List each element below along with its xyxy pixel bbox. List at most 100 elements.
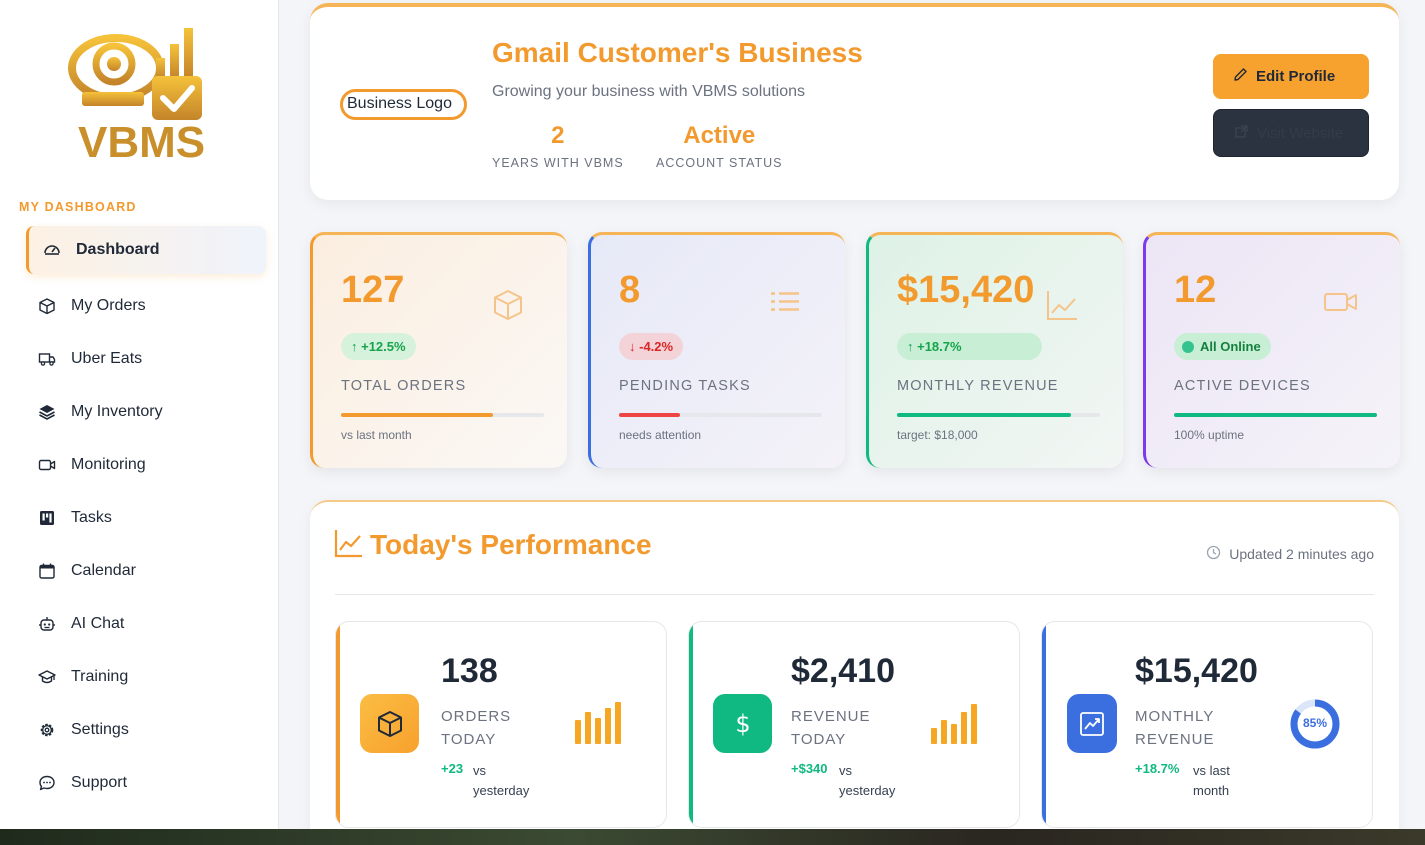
online-badge: All Online [1174, 333, 1271, 360]
edit-profile-label: Edit Profile [1256, 68, 1336, 85]
stat-card-pending-tasks[interactable]: 8 ↓ -4.2% PENDING TASKS needs attention [588, 232, 845, 468]
stat-value: 8 [619, 269, 641, 311]
stat-card-monthly-revenue[interactable]: $15,420 ↑ +18.7% MONTHLY REVENUE target:… [866, 232, 1123, 468]
sidebar-item-label: Monitoring [71, 455, 146, 473]
sidebar-item-label: Dashboard [76, 241, 160, 258]
progress-ring: 85% [1289, 698, 1341, 750]
perf-change-label: vs last month [1193, 761, 1230, 801]
stat-note: needs attention [619, 428, 702, 442]
robot-icon [38, 615, 56, 633]
chat-bubble-icon [38, 774, 56, 792]
sidebar-item-my-inventory[interactable]: My Inventory [26, 385, 266, 438]
video-icon [1323, 287, 1359, 322]
trend-up-icon [1067, 694, 1117, 753]
perf-card-revenue-today[interactable]: $ $2,410 REVENUE TODAY +$340 vs yesterday [688, 621, 1020, 828]
perf-label-line2: TODAY [441, 731, 497, 748]
gauge-icon [43, 241, 61, 259]
perf-change-label: vs yesterday [473, 761, 529, 801]
sidebar-item-label: AI Chat [71, 614, 125, 632]
sidebar-item-settings[interactable]: Settings [26, 703, 266, 756]
stat-change-badge: ↓ -4.2% [619, 333, 684, 360]
business-subtitle: Growing your business with VBMS solution… [492, 83, 806, 100]
sidebar-item-support[interactable]: Support [26, 756, 266, 809]
box-icon [490, 287, 526, 328]
stat-progress-track [619, 413, 822, 417]
line-chart-icon [334, 528, 364, 563]
sidebar-item-label: Calendar [71, 561, 136, 579]
external-link-icon [1234, 124, 1249, 143]
years-label: YEARS WITH VBMS [492, 156, 624, 170]
business-logo: Business Logo [340, 89, 467, 120]
stat-value: $15,420 [897, 269, 1035, 311]
perf-change-line2: yesterday [473, 783, 530, 798]
perf-change-line2: yesterday [839, 783, 896, 798]
stat-change-badge: ↑ +12.5% [341, 333, 416, 360]
performance-title: Today's Performance [370, 529, 652, 560]
gear-icon [38, 721, 56, 739]
business-title: Gmail Customer's Business [492, 37, 863, 68]
stat-card-active-devices[interactable]: 12 All Online ACTIVE DEVICES 100% uptime [1143, 232, 1400, 468]
perf-change: +18.7% [1135, 761, 1180, 776]
stat-value: 12 [1174, 269, 1217, 311]
stat-label: MONTHLY REVENUE [897, 378, 1059, 394]
status-value: Active [683, 122, 756, 149]
sidebar-item-dashboard[interactable]: Dashboard [26, 226, 266, 274]
stat-progress-track [341, 413, 544, 417]
stat-progress-fill [1174, 413, 1377, 417]
desktop-background-strip [0, 829, 1425, 845]
stat-card-total-orders[interactable]: 127 ↑ +12.5% TOTAL ORDERS vs last month [310, 232, 567, 468]
box-icon [38, 297, 56, 315]
graduation-cap-icon [38, 668, 56, 686]
section-label: MY DASHBOARD [19, 200, 137, 214]
updated-timestamp: Updated 2 minutes ago [1206, 545, 1374, 563]
stat-note: vs last month [341, 428, 412, 442]
profile-card: Business Logo Gmail Customer's Business … [310, 3, 1399, 200]
sidebar-item-tasks[interactable]: Tasks [26, 491, 266, 544]
sidebar-item-ai-chat[interactable]: AI Chat [26, 597, 266, 650]
stat-progress-fill [341, 413, 494, 417]
visit-website-button[interactable]: Visit Website [1213, 109, 1369, 157]
divider [335, 594, 1374, 595]
logo-text: VBMS [78, 118, 206, 167]
perf-label-line1: REVENUE [791, 708, 871, 725]
perf-change: +23 [441, 761, 464, 776]
stat-label: PENDING TASKS [619, 378, 751, 394]
stat-label: ACTIVE DEVICES [1174, 378, 1311, 394]
sidebar-item-label: My Inventory [71, 402, 163, 420]
years-value: 2 [551, 122, 565, 149]
status-dot-icon [1182, 340, 1194, 353]
progress-ring-label: 85% [1302, 716, 1328, 730]
updated-label: Updated 2 minutes ago [1229, 546, 1374, 562]
calendar-icon [38, 562, 56, 580]
vbms-logo[interactable]: VBMS [64, 22, 212, 167]
kanban-icon [38, 509, 56, 527]
sidebar-item-my-orders[interactable]: My Orders [26, 279, 266, 332]
edit-profile-button[interactable]: Edit Profile [1213, 54, 1369, 99]
perf-card-monthly-revenue[interactable]: $15,420 MONTHLY REVENUE 85% +18.7% vs las… [1041, 621, 1373, 828]
sidebar-item-label: Tasks [71, 508, 112, 526]
sidebar-item-uber-eats[interactable]: Uber Eats [26, 332, 266, 385]
list-icon [769, 287, 803, 322]
sidebar: VBMS MY DASHBOARD Dashboard My Orders Ub… [0, 0, 279, 829]
perf-value: 138 [441, 652, 498, 690]
status-label: ACCOUNT STATUS [656, 156, 783, 170]
sidebar-item-calendar[interactable]: Calendar [26, 544, 266, 597]
sidebar-item-training[interactable]: Training [26, 650, 266, 703]
perf-label: REVENUE TODAY [791, 705, 871, 751]
sidebar-item-label: Support [71, 773, 128, 791]
perf-change: +$340 [791, 761, 828, 776]
bar-chart-icon [931, 702, 985, 749]
stat-progress-track [1174, 413, 1377, 417]
clock-icon [1206, 545, 1221, 563]
perf-value: $2,410 [791, 652, 895, 690]
stat-value: 127 [341, 269, 405, 311]
stat-label: TOTAL ORDERS [341, 378, 467, 394]
perf-card-orders-today[interactable]: 138 ORDERS TODAY +23 vs yesterday [335, 621, 667, 828]
bar-chart-icon [575, 702, 629, 749]
years-stat: 2 YEARS WITH VBMS [492, 122, 624, 170]
stat-progress-track [897, 413, 1100, 417]
card-accent [689, 622, 693, 827]
perf-value: $15,420 [1135, 652, 1258, 690]
box-icon [360, 694, 419, 753]
sidebar-item-monitoring[interactable]: Monitoring [26, 438, 266, 491]
